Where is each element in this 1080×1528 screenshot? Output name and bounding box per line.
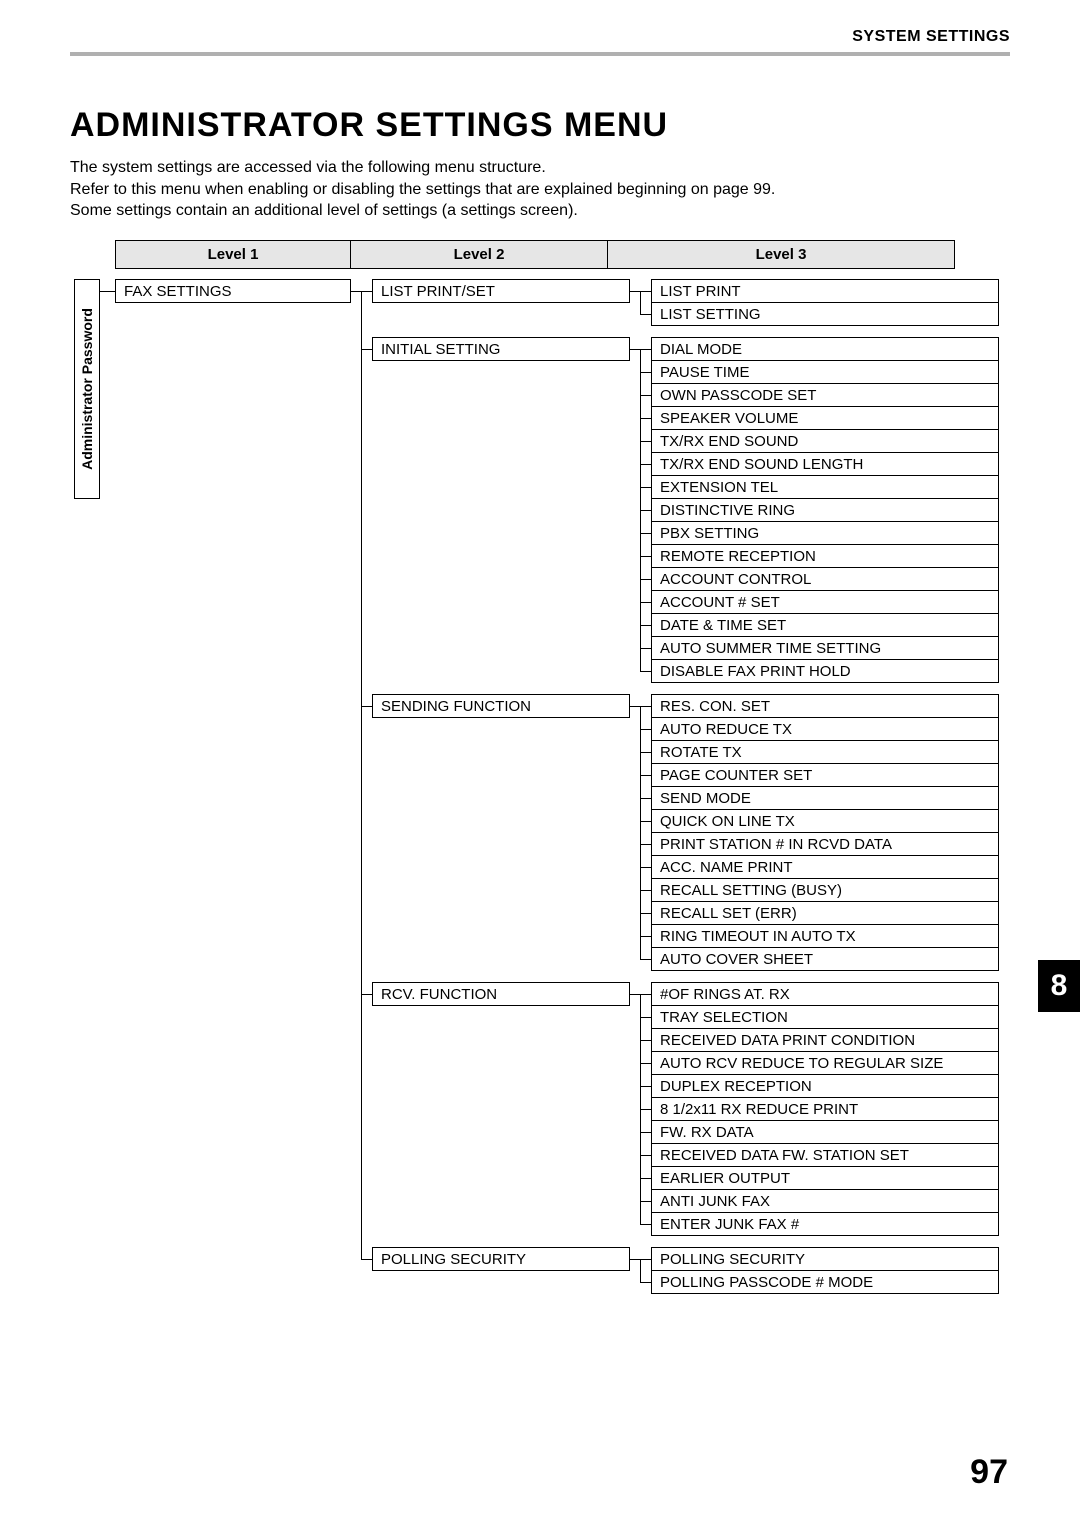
level3-item: RECEIVED DATA FW. STATION SET (651, 1143, 999, 1167)
level3-item: POLLING PASSCODE # MODE (651, 1270, 999, 1294)
level3-item: RECALL SETTING (BUSY) (651, 878, 999, 902)
level2-item: LIST PRINT/SET (372, 279, 630, 303)
document-page: SYSTEM SETTINGS ADMINISTRATOR SETTINGS M… (0, 0, 1080, 1528)
level3-item: RECEIVED DATA PRINT CONDITION (651, 1028, 999, 1052)
level-headers: Level 1 Level 2 Level 3 (115, 240, 1010, 269)
level3-item: ACCOUNT # SET (651, 590, 999, 614)
level3-item: REMOTE RECEPTION (651, 544, 999, 568)
level3-item: AUTO SUMMER TIME SETTING (651, 636, 999, 660)
level3-item: PAGE COUNTER SET (651, 763, 999, 787)
intro-line: The system settings are accessed via the… (70, 157, 1010, 179)
level3-item: RING TIMEOUT IN AUTO TX (651, 924, 999, 948)
level2-item: POLLING SECURITY (372, 1247, 630, 1271)
level3-item: LIST SETTING (651, 302, 999, 326)
level3-item: LIST PRINT (651, 279, 999, 303)
level3-item: FW. RX DATA (651, 1120, 999, 1144)
level2-item: SENDING FUNCTION (372, 694, 630, 718)
level3-item: DUPLEX RECEPTION (651, 1074, 999, 1098)
intro-text: The system settings are accessed via the… (70, 157, 1010, 222)
level3-item: #OF RINGS AT. RX (651, 982, 999, 1006)
level3-item: ACC. NAME PRINT (651, 855, 999, 879)
level3-item: DIAL MODE (651, 337, 999, 361)
level3-item: 8 1/2x11 RX REDUCE PRINT (651, 1097, 999, 1121)
level3-item: PRINT STATION # IN RCVD DATA (651, 832, 999, 856)
level3-item: OWN PASSCODE SET (651, 383, 999, 407)
level3-item: PAUSE TIME (651, 360, 999, 384)
level3-item: DISABLE FAX PRINT HOLD (651, 659, 999, 683)
level3-item: TRAY SELECTION (651, 1005, 999, 1029)
level3-item: RECALL SET (ERR) (651, 901, 999, 925)
level3-item: TX/RX END SOUND (651, 429, 999, 453)
level2-item: INITIAL SETTING (372, 337, 630, 361)
level3-item: SPEAKER VOLUME (651, 406, 999, 430)
page-title: ADMINISTRATOR SETTINGS MENU (70, 106, 1010, 145)
level3-item: QUICK ON LINE TX (651, 809, 999, 833)
level3-item: DISTINCTIVE RING (651, 498, 999, 522)
level3-item: PBX SETTING (651, 521, 999, 545)
level3-item: POLLING SECURITY (651, 1247, 999, 1271)
level3-item: ENTER JUNK FAX # (651, 1212, 999, 1236)
header-rule (70, 52, 1010, 56)
level3-item: EARLIER OUTPUT (651, 1166, 999, 1190)
level3-item: DATE & TIME SET (651, 613, 999, 637)
level2-item: RCV. FUNCTION (372, 982, 630, 1006)
level1-item: FAX SETTINGS (115, 279, 351, 303)
level3-item: ACCOUNT CONTROL (651, 567, 999, 591)
page-number: 97 (970, 1453, 1008, 1492)
level3-item: ANTI JUNK FAX (651, 1189, 999, 1213)
level3-header: Level 3 (607, 240, 955, 269)
level2-header: Level 2 (350, 240, 608, 269)
level3-item: EXTENSION TEL (651, 475, 999, 499)
section-header: SYSTEM SETTINGS (70, 28, 1010, 52)
level3-item: AUTO REDUCE TX (651, 717, 999, 741)
admin-password-label: Administrator Password (79, 308, 95, 470)
level3-item: SEND MODE (651, 786, 999, 810)
chapter-tab: 8 (1038, 960, 1080, 1012)
menu-tree: Administrator Password FAX SETTINGS LIST … (70, 279, 1010, 1315)
level3-item: AUTO COVER SHEET (651, 947, 999, 971)
level3-item: ROTATE TX (651, 740, 999, 764)
level3-item: RES. CON. SET (651, 694, 999, 718)
intro-line: Some settings contain an additional leve… (70, 200, 1010, 222)
level1-header: Level 1 (115, 240, 351, 269)
admin-password-box: Administrator Password (74, 279, 100, 499)
intro-line: Refer to this menu when enabling or disa… (70, 179, 1010, 201)
level3-item: TX/RX END SOUND LENGTH (651, 452, 999, 476)
level3-item: AUTO RCV REDUCE TO REGULAR SIZE (651, 1051, 999, 1075)
